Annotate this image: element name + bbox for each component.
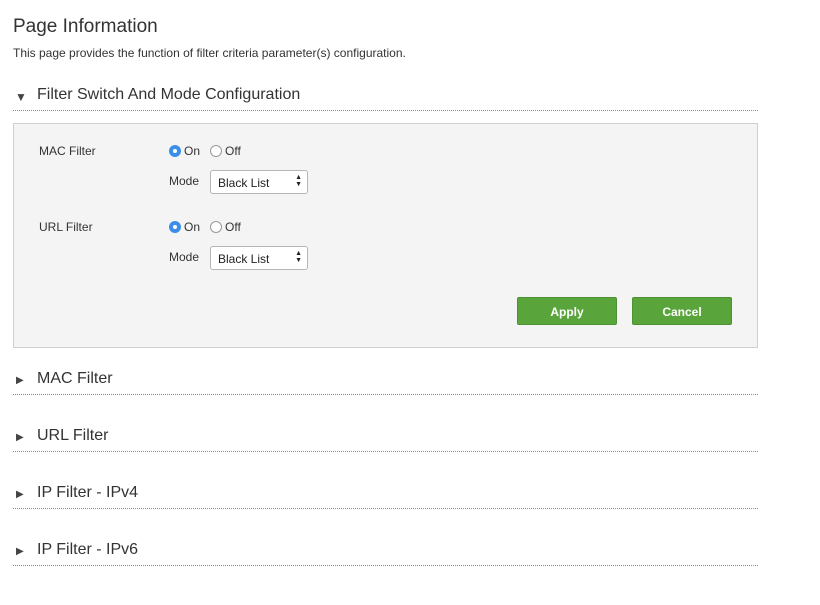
- triangle-down-icon: ▼: [15, 90, 27, 104]
- page-title: Page Information: [13, 16, 158, 37]
- section-ip-filter-ipv6-label: IP Filter - IPv6: [37, 541, 139, 558]
- url-filter-on-radio[interactable]: [169, 221, 181, 233]
- section-filter-switch-header[interactable]: ▼ Filter Switch And Mode Configuration: [13, 86, 758, 111]
- url-filter-label: URL Filter: [39, 220, 93, 234]
- section-mac-filter-label: MAC Filter: [37, 370, 113, 387]
- section-ip-filter-ipv6-header[interactable]: ▶ IP Filter - IPv6: [13, 541, 758, 566]
- mac-filter-off-label[interactable]: Off: [225, 144, 241, 158]
- triangle-right-icon: ▶: [16, 489, 24, 500]
- section-url-filter-header[interactable]: ▶ URL Filter: [13, 427, 758, 452]
- section-url-filter-label: URL Filter: [37, 427, 109, 444]
- mac-filter-on-radio[interactable]: [169, 145, 181, 157]
- mac-filter-label: MAC Filter: [39, 144, 96, 158]
- url-filter-off-label[interactable]: Off: [225, 220, 241, 234]
- section-filter-switch-label: Filter Switch And Mode Configuration: [37, 86, 301, 103]
- cancel-button[interactable]: Cancel: [632, 297, 732, 325]
- section-mac-filter-header[interactable]: ▶ MAC Filter: [13, 370, 758, 395]
- triangle-right-icon: ▶: [16, 375, 24, 386]
- triangle-right-icon: ▶: [16, 546, 24, 557]
- mac-filter-on-label[interactable]: On: [184, 144, 200, 158]
- url-filter-off-radio[interactable]: [210, 221, 222, 233]
- mac-filter-off-radio[interactable]: [210, 145, 222, 157]
- apply-button[interactable]: Apply: [517, 297, 617, 325]
- page-description: This page provides the function of filte…: [13, 46, 406, 60]
- section-ip-filter-ipv4-label: IP Filter - IPv4: [37, 484, 139, 501]
- up-down-arrows-icon: ▲ ▼: [295, 174, 302, 188]
- url-mode-value: Black List: [218, 252, 270, 266]
- filter-switch-panel: MAC Filter On Off Mode Black List ▲ ▼ URL…: [13, 123, 758, 348]
- url-mode-label: Mode: [169, 250, 200, 264]
- url-mode-select[interactable]: Black List ▲ ▼: [210, 246, 308, 270]
- triangle-right-icon: ▶: [16, 432, 24, 443]
- section-ip-filter-ipv4-header[interactable]: ▶ IP Filter - IPv4: [13, 484, 758, 509]
- url-filter-on-label[interactable]: On: [184, 220, 200, 234]
- mac-mode-label: Mode: [169, 174, 200, 188]
- up-down-arrows-icon: ▲ ▼: [295, 250, 302, 264]
- mac-mode-value: Black List: [218, 176, 270, 190]
- mac-mode-select[interactable]: Black List ▲ ▼: [210, 170, 308, 194]
